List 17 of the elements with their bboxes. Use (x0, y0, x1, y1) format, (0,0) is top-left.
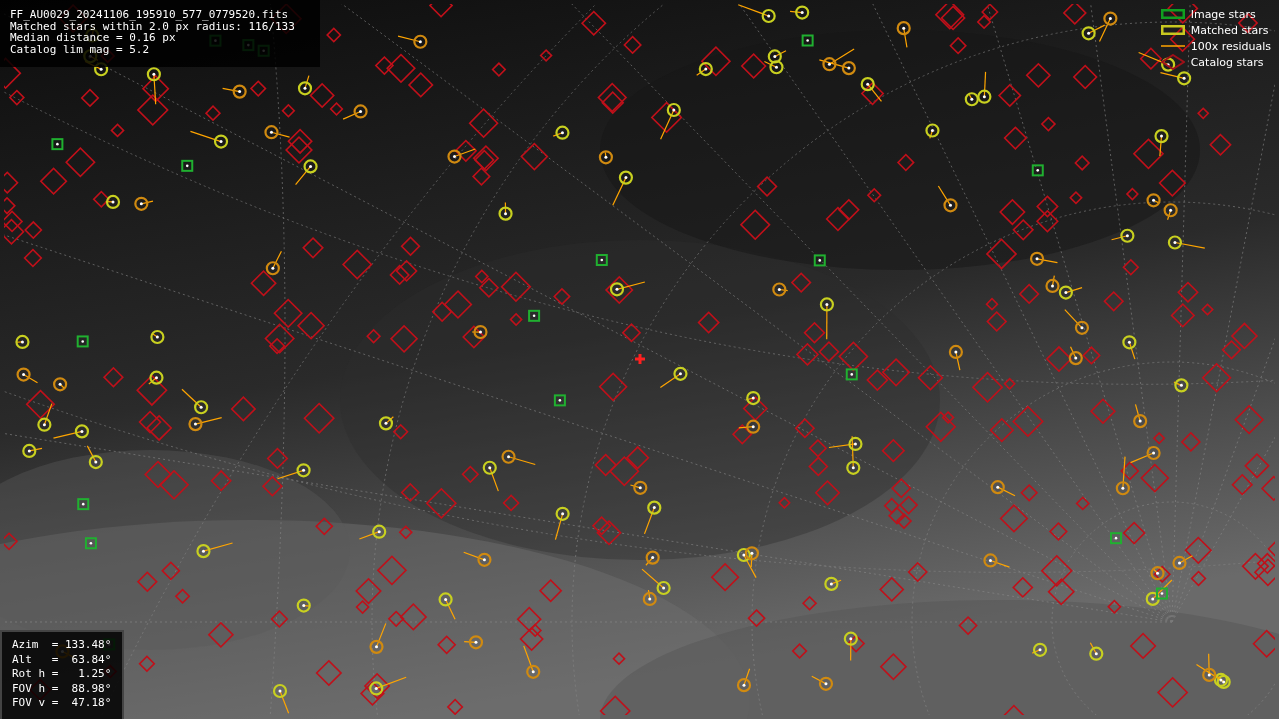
legend-label: Image stars (1190, 7, 1256, 21)
info-line: Catalog lim mag = 5.2 (10, 43, 151, 55)
pointing-line: Rot h = 1.25° (12, 667, 112, 682)
line-icon (1160, 45, 1185, 47)
pointing-line: Azim = 133.48° (12, 638, 112, 653)
info-line: FF_AU0029_20241106_195910_577_0779520.fits (10, 9, 290, 21)
pointing-line: FOV h = 88.98° (12, 681, 112, 696)
rectangle-icon (1160, 25, 1185, 35)
legend-label: Catalog stars (1190, 55, 1264, 69)
pointing-line: Alt = 63.84° (12, 652, 112, 667)
info-line: Matched stars within 2.0 px radius: 116/133 (10, 20, 296, 32)
pointing-line: FOV v = 47.18° (12, 696, 112, 711)
info-line: Median distance = 0.16 px (10, 32, 176, 44)
diamond-icon (1160, 54, 1185, 70)
rectangle-icon (1160, 9, 1185, 19)
legend-label: 100x residuals (1190, 39, 1271, 53)
legend-label: Matched stars (1190, 23, 1269, 37)
